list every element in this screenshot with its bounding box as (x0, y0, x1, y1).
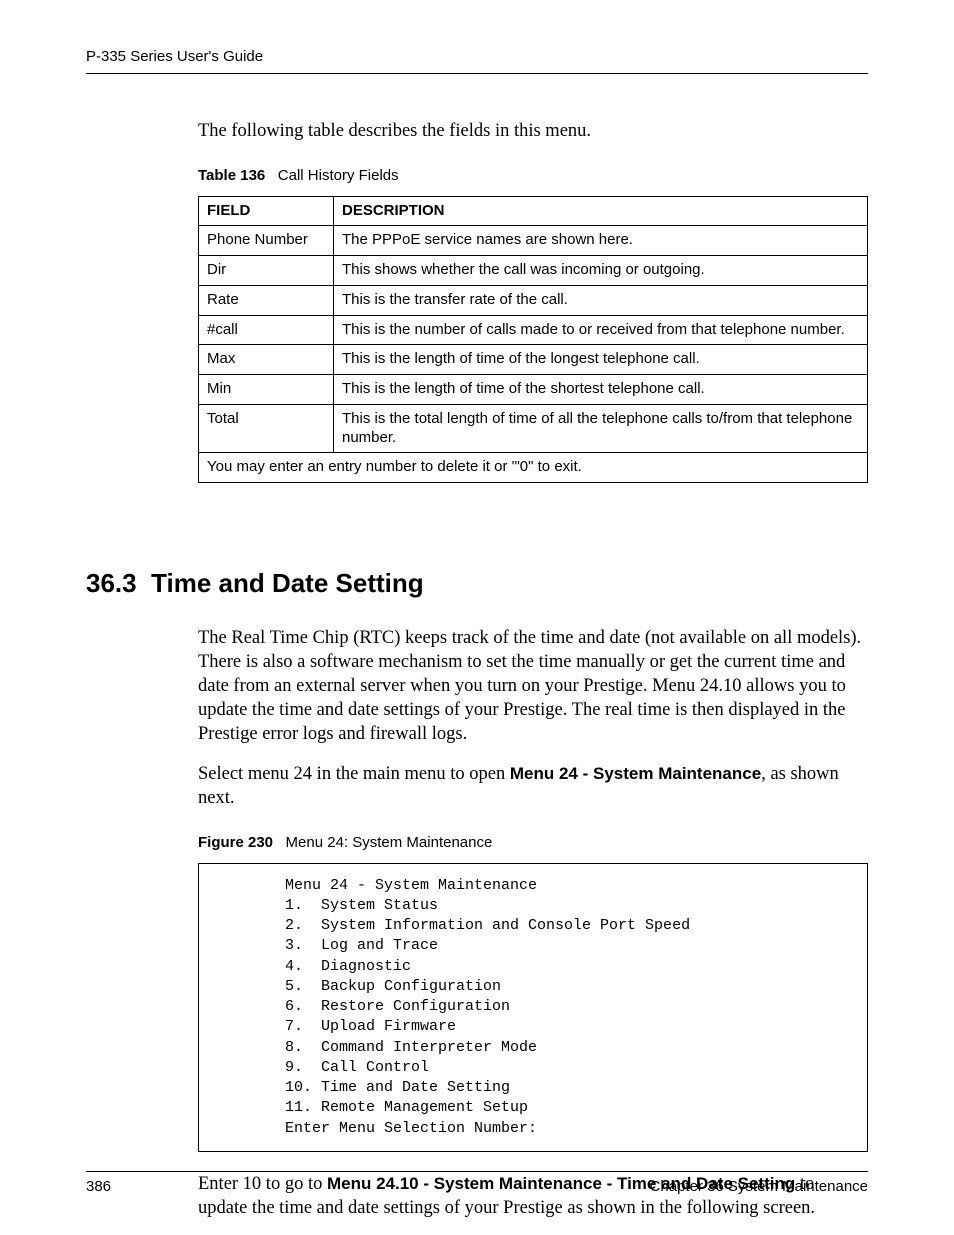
cell-field: Total (199, 404, 334, 453)
section-para-1: The Real Time Chip (RTC) keeps track of … (198, 626, 868, 746)
section-heading-36-3: 36.3 Time and Date Setting (86, 567, 868, 600)
table-call-history-fields: FIELD DESCRIPTION Phone Number The PPPoE… (198, 196, 868, 484)
table-136-title: Call History Fields (278, 167, 399, 184)
section-title: Time and Date Setting (151, 568, 424, 598)
menu-line: 2. System Information and Console Port S… (213, 917, 690, 934)
cell-desc: This is the length of time of the longes… (334, 345, 868, 375)
chapter-label: Chapter 36 System Maintenance (650, 1178, 868, 1197)
menu-line: 9. Call Control (213, 1059, 429, 1076)
section-para-2: Select menu 24 in the main menu to open … (198, 762, 868, 810)
menu-line: 10. Time and Date Setting (213, 1079, 510, 1096)
page-number: 386 (86, 1178, 111, 1197)
table-row: Total This is the total length of time o… (199, 404, 868, 453)
menu-line: 4. Diagnostic (213, 958, 411, 975)
page: P-335 Series User's Guide The following … (0, 0, 954, 1235)
table-136-caption: Table 136 Call History Fields (198, 167, 868, 186)
col-header-description: DESCRIPTION (334, 196, 868, 226)
table-row: Phone Number The PPPoE service names are… (199, 226, 868, 256)
para2-bold: Menu 24 - System Maintenance (510, 764, 761, 783)
menu-line: Menu 24 - System Maintenance (213, 877, 537, 894)
cell-field: Min (199, 375, 334, 405)
cell-desc: This is the transfer rate of the call. (334, 285, 868, 315)
intro-paragraph: The following table describes the fields… (198, 120, 868, 143)
page-footer: 386 Chapter 36 System Maintenance (86, 1171, 868, 1197)
table-row: Rate This is the transfer rate of the ca… (199, 285, 868, 315)
cell-field: Max (199, 345, 334, 375)
running-header: P-335 Series User's Guide (86, 48, 868, 74)
cell-desc: This shows whether the call was incoming… (334, 256, 868, 286)
cell-field: Phone Number (199, 226, 334, 256)
cell-desc: This is the number of calls made to or r… (334, 315, 868, 345)
menu-line: 6. Restore Configuration (213, 998, 510, 1015)
menu-line: 11. Remote Management Setup (213, 1099, 528, 1116)
table-footer-note: You may enter an entry number to delete … (199, 453, 868, 483)
table-row: Dir This shows whether the call was inco… (199, 256, 868, 286)
figure-230-label: Figure 230 (198, 834, 273, 851)
table-row: Min This is the length of time of the sh… (199, 375, 868, 405)
cell-field: #call (199, 315, 334, 345)
figure-230-menu-box: Menu 24 - System Maintenance 1. System S… (198, 863, 868, 1152)
figure-230-title: Menu 24: System Maintenance (286, 834, 493, 851)
table-row: Max This is the length of time of the lo… (199, 345, 868, 375)
cell-desc: The PPPoE service names are shown here. (334, 226, 868, 256)
cell-desc: This is the total length of time of all … (334, 404, 868, 453)
menu-line: 8. Command Interpreter Mode (213, 1039, 537, 1056)
table-row: #call This is the number of calls made t… (199, 315, 868, 345)
section-number: 36.3 (86, 568, 137, 598)
cell-field: Rate (199, 285, 334, 315)
table-header-row: FIELD DESCRIPTION (199, 196, 868, 226)
body-column: The Real Time Chip (RTC) keeps track of … (198, 626, 868, 1220)
cell-desc: This is the length of time of the shorte… (334, 375, 868, 405)
para2-pre: Select menu 24 in the main menu to open (198, 764, 510, 784)
menu-line: 3. Log and Trace (213, 937, 438, 954)
table-136-label: Table 136 (198, 167, 265, 184)
menu-line: 1. System Status (213, 897, 438, 914)
col-header-field: FIELD (199, 196, 334, 226)
cell-field: Dir (199, 256, 334, 286)
table-footer-row: You may enter an entry number to delete … (199, 453, 868, 483)
menu-line: Enter Menu Selection Number: (213, 1120, 537, 1137)
figure-230-caption: Figure 230 Menu 24: System Maintenance (198, 834, 868, 853)
body-column: The following table describes the fields… (198, 120, 868, 483)
menu-line: 5. Backup Configuration (213, 978, 501, 995)
menu-line: 7. Upload Firmware (213, 1018, 456, 1035)
